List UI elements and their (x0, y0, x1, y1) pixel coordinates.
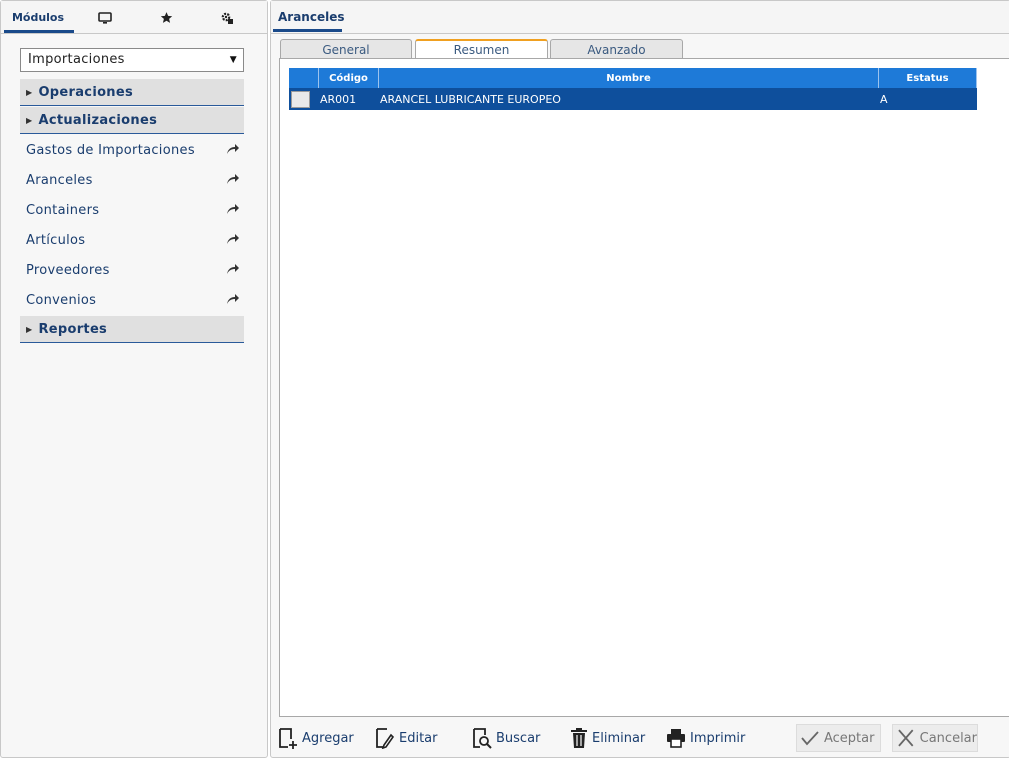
edit-button[interactable]: Editar (375, 724, 438, 752)
edit-button-label: Editar (399, 730, 438, 746)
star-icon (160, 12, 172, 23)
module-select[interactable]: Importaciones ▼ (20, 48, 244, 72)
search-document-icon (473, 728, 492, 749)
cell-nombre: ARANCEL LUBRICANTE EUROPEO (380, 92, 561, 106)
sidebar-item-articulos[interactable]: Artículos (26, 230, 240, 250)
print-button[interactable]: Imprimir (666, 724, 745, 752)
column-header-nombre[interactable]: Nombre (379, 68, 879, 88)
table-row[interactable]: AR001 ARANCEL LUBRICANTE EUROPEO A (289, 88, 977, 110)
printer-icon (667, 729, 685, 748)
cancel-button[interactable]: Cancelar (892, 724, 978, 752)
accept-button[interactable]: Aceptar (796, 724, 881, 752)
section-actualizaciones[interactable]: ▶ Actualizaciones (20, 107, 244, 134)
add-button-label: Agregar (302, 730, 354, 746)
add-document-icon (279, 728, 297, 749)
cancel-button-label: Cancelar (919, 730, 977, 746)
column-header-select (289, 68, 319, 88)
tab-avanzado[interactable]: Avanzado (550, 39, 683, 59)
sidebar-item-label: Proveedores (26, 262, 110, 278)
sidebar-item-label: Gastos de Importaciones (26, 142, 195, 158)
cell-codigo: AR001 (320, 92, 357, 106)
tab-monitor[interactable] (73, 1, 137, 34)
sidebar-item-label: Containers (26, 202, 100, 218)
section-label: Actualizaciones (38, 112, 158, 128)
close-icon (898, 729, 914, 747)
left-tab-bar: Módulos (1, 1, 267, 34)
monitor-icon (98, 11, 112, 24)
tab-modulos-label: Módulos (11, 11, 65, 24)
tab-label: Avanzado (587, 42, 646, 57)
print-button-label: Imprimir (690, 730, 746, 746)
sidebar-item-convenios[interactable]: Convenios (26, 290, 240, 310)
trash-icon (571, 728, 587, 748)
search-button-label: Buscar (496, 730, 541, 746)
tab-label: Resumen (453, 43, 510, 57)
share-arrow-icon (227, 144, 239, 154)
section-label: Reportes (38, 321, 108, 337)
tab-favorites[interactable] (137, 1, 195, 34)
sidebar-item-label: Artículos (26, 232, 86, 248)
sidebar-item-containers[interactable]: Containers (26, 200, 240, 220)
tab-modulos[interactable]: Módulos (4, 1, 74, 34)
tab-content: Código Nombre Estatus AR001 ARANCEL LUBR… (279, 58, 1009, 717)
column-header-estatus[interactable]: Estatus (879, 68, 977, 88)
main-panel: Aranceles General Resumen Avanzado Códig… (270, 0, 1009, 758)
data-grid: Código Nombre Estatus AR001 ARANCEL LUBR… (289, 68, 977, 110)
row-checkbox[interactable] (291, 90, 310, 108)
tab-general[interactable]: General (280, 39, 412, 59)
module-select-value: Importaciones (28, 52, 125, 67)
sidebar-item-aranceles[interactable]: Aranceles (26, 170, 240, 190)
modules-panel: Módulos Importaciones ▼ ▶ Operaciones ▶ … (0, 0, 268, 758)
share-arrow-icon (227, 264, 239, 274)
edit-document-icon (376, 728, 395, 749)
row-select-cell (289, 88, 319, 110)
panel-header: Aranceles (271, 1, 1009, 34)
add-button[interactable]: Agregar (278, 724, 354, 752)
delete-button[interactable]: Eliminar (570, 724, 645, 752)
share-arrow-icon (227, 234, 239, 244)
dropdown-caret-icon: ▼ (229, 55, 237, 65)
sidebar-item-label: Convenios (26, 292, 97, 308)
section-reportes[interactable]: ▶ Reportes (20, 316, 244, 343)
tab-settings[interactable] (195, 1, 259, 34)
grid-header: Código Nombre Estatus (289, 68, 977, 88)
check-icon (801, 731, 819, 746)
page-title[interactable]: Aranceles (278, 10, 345, 24)
caret-right-icon: ▶ (26, 324, 33, 334)
accept-button-label: Aceptar (824, 730, 875, 746)
search-button[interactable]: Buscar (472, 724, 540, 752)
active-tab-indicator (4, 30, 74, 33)
section-label: Operaciones (38, 84, 134, 100)
share-arrow-icon (227, 204, 239, 214)
share-arrow-icon (227, 294, 239, 304)
cell-estatus: A (880, 92, 888, 106)
share-arrow-icon (227, 174, 239, 184)
sidebar-item-proveedores[interactable]: Proveedores (26, 260, 240, 280)
settings-icon (221, 12, 233, 24)
sidebar-item-gastos[interactable]: Gastos de Importaciones (26, 140, 240, 160)
section-operaciones[interactable]: ▶ Operaciones (20, 79, 244, 106)
caret-right-icon: ▶ (26, 87, 33, 97)
tab-label: General (322, 42, 370, 57)
tab-resumen[interactable]: Resumen (415, 39, 548, 59)
caret-right-icon: ▶ (26, 115, 33, 125)
column-header-codigo[interactable]: Código (319, 68, 379, 88)
sidebar-item-label: Aranceles (26, 172, 93, 188)
active-tab-indicator (273, 29, 342, 32)
delete-button-label: Eliminar (592, 730, 646, 746)
